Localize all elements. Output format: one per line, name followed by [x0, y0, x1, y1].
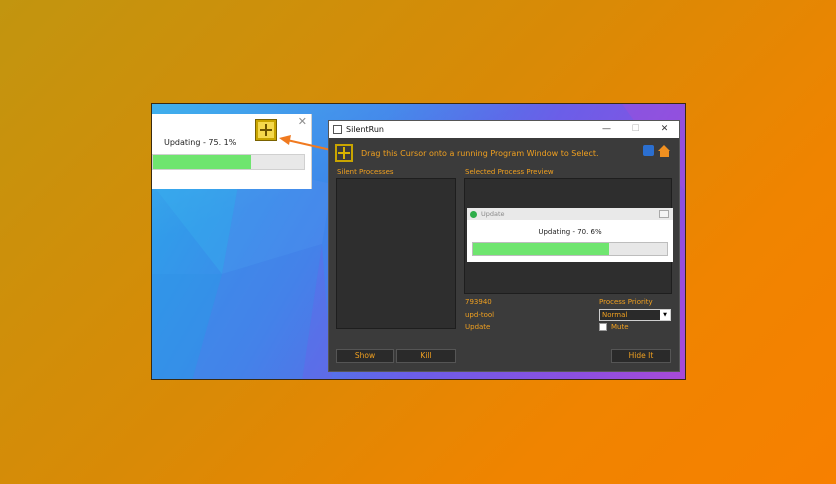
update-icon [470, 210, 477, 218]
kill-button[interactable]: Kill [396, 349, 456, 363]
preview-close-icon [659, 210, 669, 218]
show-button[interactable]: Show [336, 349, 394, 363]
silentrun-window: SilentRun — ☐ ✕ Drag this Cursor onto a … [328, 120, 680, 372]
window-title: SilentRun [346, 125, 384, 134]
preview-update-text: Updating - 70. 6% [538, 228, 602, 236]
preview-progress-fill [473, 243, 609, 255]
drag-arrow-icon [279, 135, 332, 151]
process-id: 793940 [465, 298, 492, 306]
top-icons [643, 145, 671, 157]
minimize-button[interactable]: — [592, 121, 621, 138]
maximize-button[interactable]: ☐ [621, 121, 650, 138]
preview-titlebar: Update [467, 208, 673, 220]
hide-it-button[interactable]: Hide It [611, 349, 671, 363]
process-title: Update [465, 323, 491, 331]
priority-label: Process Priority [599, 298, 653, 306]
mini-progress-bar [152, 154, 305, 170]
window-titlebar[interactable]: SilentRun — ☐ ✕ [329, 121, 679, 138]
mini-update-text: Updating - 75. 1% [164, 138, 237, 147]
mute-label: Mute [611, 323, 629, 331]
close-button[interactable]: ✕ [650, 121, 679, 138]
priority-value: Normal [602, 311, 628, 319]
cursor-row: Drag this Cursor onto a running Program … [335, 143, 599, 163]
mini-progress-fill [153, 155, 252, 169]
mini-close-icon[interactable]: ✕ [298, 115, 307, 128]
mute-checkbox[interactable] [599, 323, 607, 331]
chevron-down-icon[interactable]: ▼ [660, 310, 670, 320]
home-icon[interactable] [658, 145, 671, 157]
crosshair-target-icon[interactable] [256, 120, 276, 140]
process-preview-panel: Update Updating - 70. 6% [464, 178, 673, 294]
desktop-wallpaper: ✕ Updating - 75. 1% SilentRun — ☐ ✕ Drag… [151, 103, 686, 380]
settings-icon[interactable] [643, 145, 654, 156]
app-icon [333, 125, 342, 134]
preview-progress-bar [472, 242, 668, 256]
drag-cursor-icon[interactable] [335, 144, 353, 162]
instruction-text: Drag this Cursor onto a running Program … [361, 148, 599, 158]
preview-title: Update [481, 210, 505, 218]
silent-processes-label: Silent Processes [337, 168, 394, 176]
window-controls: — ☐ ✕ [592, 121, 679, 138]
preview-update-window: Update Updating - 70. 6% [467, 208, 673, 262]
silent-processes-list[interactable] [336, 178, 456, 329]
priority-select[interactable]: Normal ▼ [599, 309, 671, 321]
process-name: upd-tool [465, 311, 495, 319]
preview-label: Selected Process Preview [465, 168, 554, 176]
